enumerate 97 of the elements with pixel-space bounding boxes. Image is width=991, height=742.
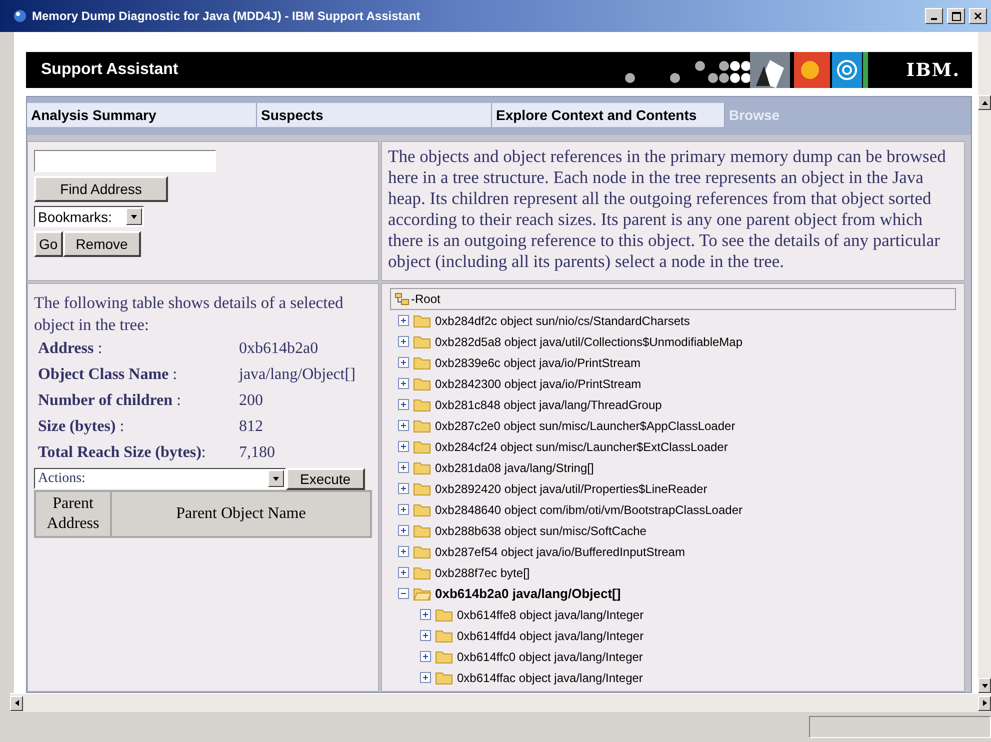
bookmarks-dropdown[interactable]: Bookmarks: [34,206,144,227]
field-label: Size (bytes) : [38,418,126,436]
expand-icon[interactable] [398,567,409,578]
tab[interactable]: Suspects [257,103,492,127]
folder-icon [435,670,453,684]
tree-node[interactable]: 0xb614ffc0 object java/lang/Integer [457,650,643,664]
scroll-up-icon [980,98,988,106]
folder-icon [413,356,431,370]
minimize-button[interactable] [925,8,943,24]
field-value: 0xb614b2a0 [239,340,320,358]
expand-icon[interactable] [420,672,431,683]
tree-node[interactable]: 0xb2839e6c object java/io/PrintStream [435,356,640,370]
folder-icon [413,376,431,390]
folder-icon [413,440,431,454]
expand-icon[interactable] [398,378,409,389]
field-label: Number of children : [38,392,182,410]
description-text: The objects and object references in the primary memory dump can be browsed here in a tree structure. Each node in the tree represents an object in the Java heap. Its children represent all the outgoing references from that object sorted according to their reach sizes. Its parent is any one parent object from which there is an outgoing reference to this object. To see the details of any particular object (including all its parents) select a node in the tree. [381,141,965,281]
close-icon [974,12,982,20]
expand-icon[interactable] [398,483,409,494]
tree-node[interactable]: 0xb282d5a8 object java/util/Collections$UnmodifiableMap [435,334,743,348]
folder-icon [413,482,431,496]
open-folder-icon [413,586,431,600]
field-value: 812 [239,418,264,436]
maximize-button[interactable] [947,8,965,24]
expand-icon[interactable] [420,609,431,620]
caret-icon [130,212,138,220]
folder-icon [413,460,431,474]
tree-node[interactable]: 0xb614ffe8 object java/lang/Integer [457,608,644,622]
expand-icon[interactable] [398,336,409,347]
expand-icon[interactable] [398,462,409,473]
expand-icon[interactable] [398,399,409,410]
app-icon [12,8,28,24]
find-address-button[interactable]: Find Address [34,176,168,202]
tree-root[interactable]: -Root [390,288,956,310]
logo: IBM. [905,60,961,80]
horizontal-scrollbar[interactable] [10,693,991,712]
scroll-down-icon [980,682,988,690]
collapse-icon[interactable] [398,588,409,599]
execute-button[interactable]: Execute [286,468,365,490]
field-value: 7,180 [239,444,276,462]
column-header: Parent Object Name [111,491,371,537]
tree-root-icon [395,293,409,305]
close-button[interactable] [969,8,987,24]
field-value: java/lang/Object[] [239,366,356,384]
actions-dropdown[interactable]: Actions: [34,468,286,489]
folder-icon [413,502,431,516]
tree-node[interactable]: 0xb284cf24 object sun/misc/Launcher$ExtClassLoader [435,440,728,454]
tree-node[interactable]: 0xb2842300 object java/io/PrintStream [435,376,642,390]
column-header: Parent Address [35,491,111,537]
tree-node[interactable]: 0xb288f7ec byte[] [435,566,530,580]
folder-icon [413,314,431,328]
window-title: Memory Dump Diagnostic for Java (MDD4J) - IBM Support Assistant [32,9,422,23]
expand-icon[interactable] [398,504,409,515]
folder-icon [413,566,431,580]
folder-icon [435,608,453,622]
tree-node[interactable]: 0xb614ffd4 object java/lang/Integer [457,628,644,642]
maximize-icon [952,12,960,20]
field-label: Address : [38,340,104,358]
expand-icon[interactable] [398,420,409,431]
tab[interactable]: Analysis Summary [27,103,257,127]
folder-icon [413,544,431,558]
tree-node[interactable]: 0xb287ef54 object java/io/BufferedInputStream [435,544,685,558]
tree-node[interactable]: 0xb281c848 object java/lang/ThreadGroup [435,398,662,412]
caret-icon [272,474,280,482]
expand-icon[interactable] [420,630,431,641]
field-value: 200 [239,392,264,410]
vertical-scrollbar[interactable] [978,32,991,693]
tab[interactable]: Explore Context and Contents [492,103,725,127]
folder-icon [413,334,431,348]
folder-icon [413,418,431,432]
go-button[interactable]: Go [34,231,63,257]
tree-node[interactable]: 0xb287c2e0 object sun/misc/Launcher$AppClassLoader [435,418,736,432]
tree-node[interactable]: 0xb288b638 object sun/misc/SoftCache [435,524,646,538]
expand-icon[interactable] [420,651,431,662]
tree-node[interactable]: 0xb2848640 object com/ibm/oti/vm/BootstrapClassLoader [435,502,742,516]
field-label: Total Reach Size (bytes): [38,444,207,462]
folder-icon [413,398,431,412]
field-label: Object Class Name : [38,366,178,384]
expand-icon[interactable] [398,441,409,452]
tree-node[interactable]: 0xb284df2c object sun/nio/cs/StandardCharsets [435,314,690,328]
tree-node[interactable]: 0xb281da08 java/lang/String[] [435,460,594,474]
expand-icon[interactable] [398,357,409,368]
folder-icon [435,650,453,664]
scroll-left-icon [12,699,20,707]
folder-icon [413,524,431,538]
details-intro: The following table shows details of a selected object in the tree: [34,292,344,336]
expand-icon[interactable] [398,315,409,326]
header-title: Support Assistant [41,61,180,79]
tree-node[interactable]: 0xb2892420 object java/util/Properties$LineReader [435,482,708,496]
tree-node[interactable]: 0xb614ffac object java/lang/Integer [457,670,643,684]
scroll-right-icon [980,699,988,707]
expand-icon[interactable] [398,546,409,557]
remove-button[interactable]: Remove [62,231,141,257]
tree-node[interactable]: 0xb614b2a0 java/lang/Object[] [435,586,621,601]
expand-icon[interactable] [398,525,409,536]
address-field[interactable] [34,150,216,172]
folder-icon [435,628,453,642]
